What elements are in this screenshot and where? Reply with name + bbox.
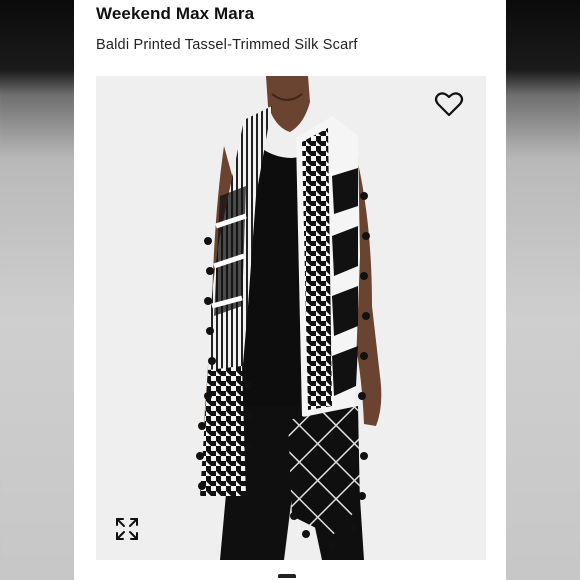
blurred-background-left [0,0,74,580]
product-image[interactable] [96,76,486,560]
product-card: Weekend Max Mara Baldi Printed Tassel-Tr… [74,0,506,580]
carousel-indicator [278,574,296,578]
product-brand[interactable]: Weekend Max Mara [96,4,254,24]
model-wearing-scarf-image [196,76,382,560]
heart-icon[interactable] [434,90,464,118]
blurred-background-right [506,0,580,580]
product-title: Baldi Printed Tassel-Trimmed Silk Scarf [96,37,358,53]
expand-arrows-icon[interactable] [114,516,140,542]
screenshot-stage: Weekend Max Mara Baldi Printed Tassel-Tr… [0,0,580,580]
